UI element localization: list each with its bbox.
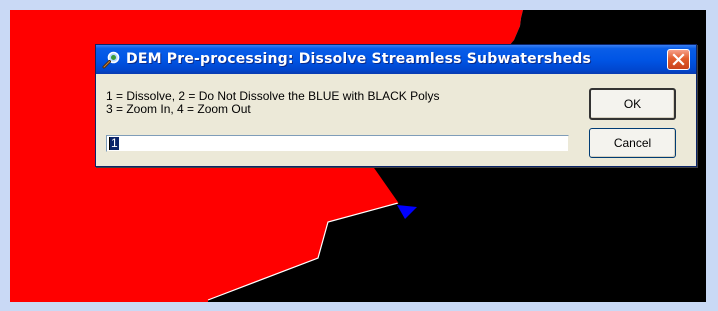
dialog-title-bar[interactable]: DEM Pre-processing: Dissolve Streamless … — [96, 45, 696, 74]
value-input[interactable]: 1 — [106, 135, 569, 152]
dialog-prompt: 1 = Dissolve, 2 = Do Not Dissolve the BL… — [106, 90, 576, 116]
ok-button-label: OK — [623, 97, 642, 111]
ok-button[interactable]: OK — [589, 88, 676, 120]
cancel-button-label: Cancel — [613, 136, 652, 150]
search-icon — [102, 50, 121, 69]
prompt-line-2: 3 = Zoom In, 4 = Zoom Out — [106, 102, 251, 116]
dissolve-dialog: DEM Pre-processing: Dissolve Streamless … — [95, 44, 697, 167]
value-input-text: 1 — [109, 136, 119, 150]
cancel-button[interactable]: Cancel — [589, 128, 676, 158]
close-icon — [672, 53, 685, 66]
dialog-title: DEM Pre-processing: Dissolve Streamless … — [126, 51, 592, 67]
close-button[interactable] — [667, 49, 690, 70]
